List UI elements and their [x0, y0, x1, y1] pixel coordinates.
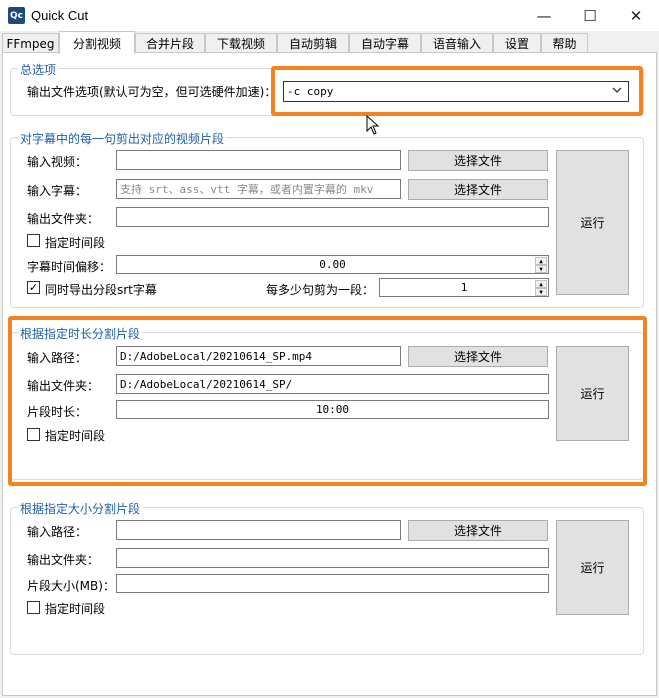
- highlight-duration-group: [8, 316, 647, 486]
- size-input-path-label: 输入路径：: [27, 525, 88, 539]
- per-segment-label: 每多少句剪为一段：: [266, 283, 375, 297]
- tab-auto-edit[interactable]: 自动剪辑: [277, 33, 349, 53]
- size-output-folder-field[interactable]: [116, 548, 549, 568]
- input-video-label: 输入视频：: [27, 155, 88, 169]
- tab-split-video[interactable]: 分割视频: [59, 31, 135, 54]
- tab-download-video[interactable]: 下载视频: [205, 33, 277, 53]
- input-subtitle-field[interactable]: 支持 srt、ass、vtt 字幕，或者内置字幕的 mkv: [116, 179, 401, 199]
- tab-auto-subtitle[interactable]: 自动字幕: [349, 33, 421, 53]
- segment-size-field[interactable]: [116, 574, 549, 593]
- subtitle-time-range-checkbox[interactable]: [27, 234, 40, 247]
- subtitle-offset-spinbox[interactable]: 0.00 ▲ ▼: [116, 255, 549, 274]
- tab-ffmpeg[interactable]: FFmpeg: [2, 33, 59, 53]
- size-time-range-label: 指定时间段: [45, 602, 106, 616]
- output-options-label: 输出文件选项(默认可为空，但可选硬件加速)：: [27, 85, 277, 99]
- size-split-title: 根据指定大小分割片段: [18, 500, 143, 517]
- input-subtitle-label: 输入字幕：: [27, 184, 88, 198]
- tab-bar: FFmpeg 分割视频 合并片段 下载视频 自动剪辑 自动字幕 语音输入 设置 …: [0, 31, 659, 54]
- window-title: Quick Cut: [31, 8, 89, 23]
- choose-video-file-button[interactable]: 选择文件: [408, 150, 548, 171]
- maximize-button[interactable]: ☐: [567, 0, 613, 31]
- general-options-title: 总选项: [18, 61, 59, 78]
- subtitle-offset-label: 字幕时间偏移：: [27, 260, 112, 274]
- title-bar: Qc Quick Cut — ☐ ✕: [0, 0, 659, 31]
- mouse-cursor-icon: [366, 114, 380, 138]
- subtitle-output-folder-label: 输出文件夹：: [27, 212, 100, 226]
- size-time-range-checkbox[interactable]: [27, 601, 40, 614]
- export-srt-checkbox[interactable]: ✓: [27, 281, 40, 294]
- choose-subtitle-file-button[interactable]: 选择文件: [408, 179, 548, 200]
- per-segment-value: 1: [460, 281, 468, 294]
- spin-arrows-icon[interactable]: ▲ ▼: [535, 280, 547, 296]
- tab-merge-segments[interactable]: 合并片段: [135, 33, 205, 53]
- per-segment-spinbox[interactable]: 1 ▲ ▼: [379, 278, 549, 297]
- size-input-path-field[interactable]: [116, 520, 401, 540]
- input-subtitle-placeholder: 支持 srt、ass、vtt 字幕，或者内置字幕的 mkv: [120, 183, 374, 196]
- subtitle-offset-value: 0.00: [319, 258, 346, 271]
- size-output-folder-label: 输出文件夹：: [27, 553, 100, 567]
- minimize-button[interactable]: —: [521, 0, 567, 31]
- segment-size-label: 片段大小(MB)：: [27, 579, 115, 593]
- subtitle-output-folder-field[interactable]: [116, 207, 549, 227]
- subtitle-run-button[interactable]: 运行: [556, 150, 629, 295]
- subtitle-split-title: 对字幕中的每一句剪出对应的视频片段: [18, 130, 227, 147]
- close-button[interactable]: ✕: [613, 0, 659, 31]
- input-video-field[interactable]: [116, 150, 401, 170]
- tab-voice-input[interactable]: 语音输入: [421, 33, 493, 53]
- tab-help[interactable]: 帮助: [541, 33, 588, 53]
- highlight-output-options: [271, 66, 643, 116]
- size-choose-file-button[interactable]: 选择文件: [408, 520, 548, 541]
- spin-arrows-icon[interactable]: ▲ ▼: [535, 257, 547, 273]
- tab-settings[interactable]: 设置: [493, 33, 541, 53]
- size-run-button[interactable]: 运行: [556, 520, 629, 615]
- app-icon: Qc: [8, 7, 25, 24]
- export-srt-label: 同时导出分段srt字幕: [45, 283, 157, 297]
- subtitle-time-range-label: 指定时间段: [45, 236, 106, 250]
